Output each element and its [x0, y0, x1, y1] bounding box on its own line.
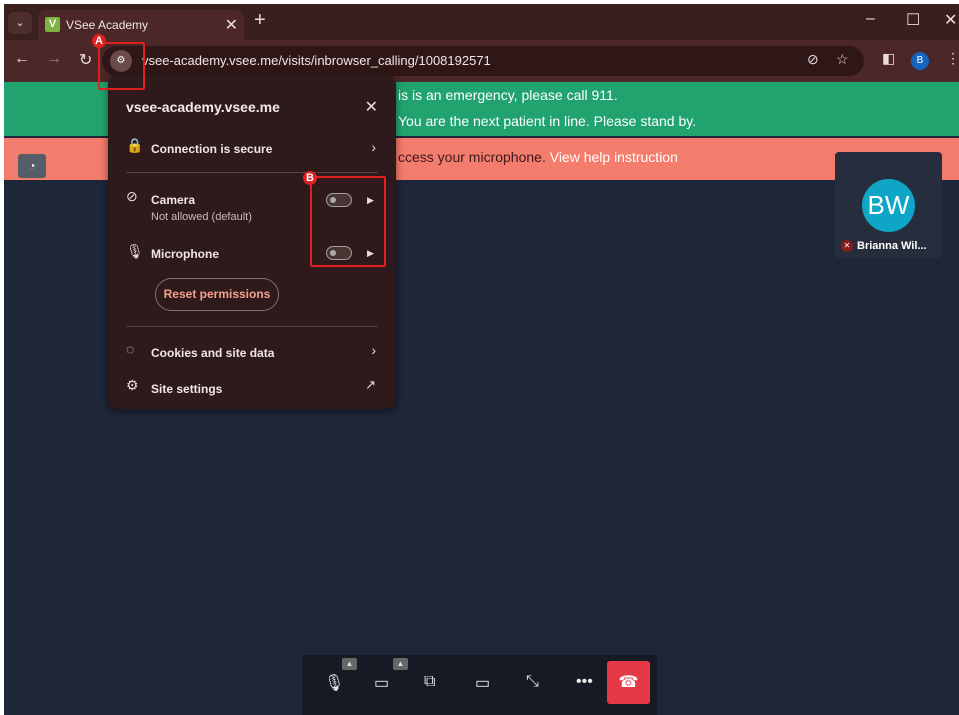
microphone-off-icon: 🎙 — [126, 243, 144, 259]
phone-hangup-icon: ☎ — [618, 674, 639, 691]
help-link[interactable]: View help instruction — [550, 149, 678, 165]
hang-up-button[interactable]: ☎ — [607, 661, 650, 704]
camera-off-icon: ⊘ — [126, 188, 138, 204]
external-link-icon: ↗ — [365, 377, 376, 392]
chat-icon[interactable]: ▭ — [475, 673, 490, 693]
cookies-label: Cookies and site data — [151, 346, 275, 360]
popup-site-name: vsee-academy.vsee.me — [126, 99, 280, 115]
chevron-right-icon: › — [371, 342, 376, 358]
forward-icon[interactable]: → — [46, 50, 62, 68]
participant-name: Brianna Wil... — [857, 240, 927, 252]
favicon: V — [45, 17, 60, 32]
bookmark-star-icon[interactable]: ☆ — [836, 51, 849, 68]
browser-tab[interactable]: V VSee Academy ✕ — [38, 10, 244, 40]
tab-search-button[interactable]: ⌄ — [8, 12, 32, 34]
site-settings-row[interactable]: ⚙ Site settings ↗ — [108, 374, 396, 402]
annotation-box-a — [98, 42, 145, 90]
microphone-label: Microphone — [151, 247, 219, 261]
popup-close-icon[interactable]: ✕ — [365, 97, 378, 117]
new-tab-button[interactable]: + — [254, 9, 266, 32]
divider — [126, 326, 378, 327]
mic-off-icon[interactable]: 🎙 — [324, 673, 344, 693]
menu-icon[interactable]: ⋮ — [946, 50, 959, 67]
minimize-button[interactable]: – — [866, 10, 875, 28]
reload-icon[interactable]: ↻ — [79, 50, 92, 70]
mic-options-caret[interactable]: ▲ — [342, 658, 357, 670]
more-options-icon[interactable]: ••• — [576, 673, 593, 691]
chevron-right-icon: › — [371, 139, 376, 155]
divider — [126, 172, 378, 173]
share-screen-icon[interactable]: ⧉ — [424, 673, 435, 691]
chevron-down-icon: ⌄ — [15, 17, 25, 29]
call-controls-bar: ▲ 🎙 ▲ ▭ ⧉ ▭ ⤡ ••• ☎ — [302, 655, 657, 715]
address-bar[interactable]: ⚙ vsee-academy.vsee.me/visits/inbrowser_… — [102, 46, 864, 76]
lock-icon: 🔒 — [126, 137, 144, 153]
queue-status-text: You are the next patient in line. Please… — [398, 113, 697, 129]
site-settings-label: Site settings — [151, 382, 223, 396]
reset-permissions-button[interactable]: Reset permissions — [155, 278, 279, 311]
cookie-icon: ◌ — [126, 341, 135, 357]
participant-avatar: BW — [862, 179, 915, 232]
back-icon[interactable]: ← — [14, 50, 30, 68]
connection-row[interactable]: 🔒 Connection is secure › — [108, 135, 396, 163]
title-bar: ⌄ V VSee Academy ✕ + – ☐ ✕ — [4, 4, 959, 40]
annotation-badge-a: A — [92, 34, 106, 48]
camera-status: Not allowed (default) — [151, 211, 252, 223]
network-gauge-icon[interactable]: ◔ — [18, 154, 46, 178]
annotation-box-b — [310, 176, 386, 267]
microphone-warning-text: ccess your microphone. View help instruc… — [398, 149, 678, 165]
annotation-badge-b: B — [303, 171, 317, 185]
camera-blocked-icon[interactable]: ⊘ — [807, 51, 819, 68]
muted-mic-icon: ✕ — [841, 240, 853, 252]
cookies-row[interactable]: ◌ Cookies and site data › — [108, 338, 396, 366]
tab-title: VSee Academy — [66, 18, 149, 32]
emergency-text: is is an emergency, please call 911. — [398, 87, 618, 103]
browser-window: ⌄ V VSee Academy ✕ + – ☐ ✕ ← → ↻ ⚙ vsee-… — [4, 4, 959, 715]
tab-close-icon[interactable]: ✕ — [225, 15, 238, 35]
maximize-button[interactable]: ☐ — [906, 10, 920, 30]
minimize-view-icon[interactable]: ⤡ — [526, 673, 539, 691]
participant-tile[interactable]: BW ✕ Brianna Wil... — [835, 152, 942, 258]
camera-label: Camera — [151, 193, 196, 207]
gear-icon: ⚙ — [126, 377, 139, 393]
camera-off-icon[interactable]: ▭ — [374, 673, 389, 693]
close-window-button[interactable]: ✕ — [944, 10, 957, 30]
url-text[interactable]: vsee-academy.vsee.me/visits/inbrowser_ca… — [142, 53, 491, 68]
profile-avatar[interactable]: B — [911, 52, 929, 70]
connection-label: Connection is secure — [151, 142, 273, 156]
camera-options-caret[interactable]: ▲ — [393, 658, 408, 670]
side-panel-icon[interactable]: ◧ — [882, 50, 895, 67]
